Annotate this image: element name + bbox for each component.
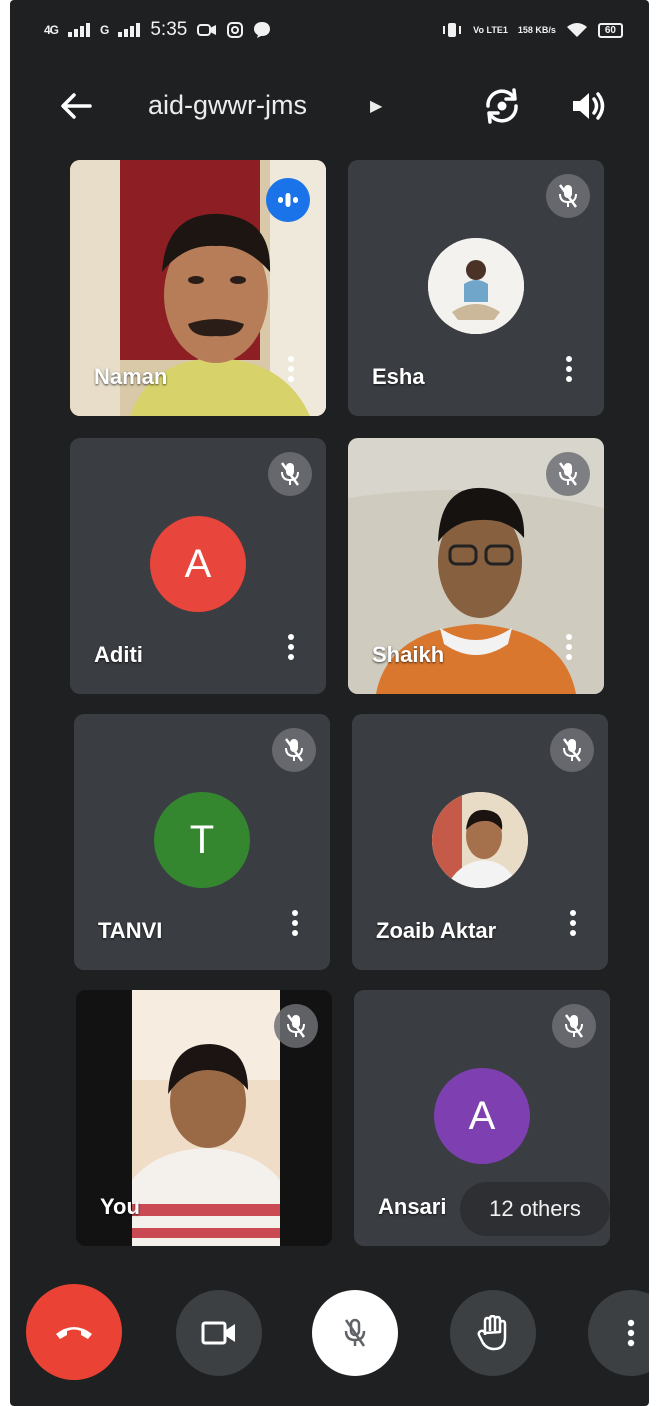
speaking-indicator xyxy=(266,178,310,222)
participant-tile-aditi[interactable]: A Aditi xyxy=(70,438,326,694)
letter-avatar: A xyxy=(434,1068,530,1164)
participant-name: Naman xyxy=(94,364,168,389)
mic-off-indicator xyxy=(268,452,312,496)
profile-photo-image xyxy=(432,792,528,888)
status-bar: 4G G 5:35 Vo LTE1 158 KB/s 60 xyxy=(10,0,649,60)
switch-camera-icon[interactable] xyxy=(480,84,524,128)
video-camera-icon xyxy=(201,1321,235,1345)
video-notification-icon xyxy=(197,24,217,36)
mic-off-icon xyxy=(564,1014,584,1038)
participant-name: You xyxy=(100,1194,140,1219)
participant-name: Esha xyxy=(372,364,425,389)
mic-off-icon xyxy=(562,738,582,762)
mic-off-icon xyxy=(284,738,304,762)
more-options-icon[interactable] xyxy=(564,634,574,666)
audio-level-icon xyxy=(278,193,298,207)
battery-indicator: 60 xyxy=(597,22,623,38)
participant-tile-naman[interactable]: Naman xyxy=(70,160,326,416)
mic-off-icon xyxy=(286,1014,306,1038)
meet-screen: 4G G 5:35 Vo LTE1 158 KB/s 60 aid-gwwr-j… xyxy=(10,0,649,1406)
participant-name: Ansari xyxy=(378,1194,447,1219)
mic-off-indicator xyxy=(274,1004,318,1048)
mic-off-icon xyxy=(280,462,300,486)
profile-photo xyxy=(428,238,524,334)
signal-bars-icon xyxy=(68,23,91,37)
participant-name: Aditi xyxy=(94,642,143,667)
profile-photo-image xyxy=(428,238,524,334)
letter-avatar: T xyxy=(154,792,250,888)
participant-tile-esha[interactable]: Esha xyxy=(348,160,604,416)
others-count-chip[interactable]: 12 others xyxy=(460,1182,610,1236)
participant-tile-tanvi[interactable]: T TANVI xyxy=(74,714,330,970)
mic-toggle-button[interactable] xyxy=(312,1290,398,1376)
mic-off-indicator xyxy=(546,174,590,218)
participant-tile-you[interactable]: You xyxy=(76,990,332,1246)
participant-tile-shaikh[interactable]: Shaikh xyxy=(348,438,604,694)
mic-off-icon xyxy=(558,462,578,486)
mic-off-icon xyxy=(344,1318,366,1347)
more-options-icon[interactable] xyxy=(290,910,300,942)
hang-up-icon xyxy=(56,1327,92,1339)
network-speed: 158 KB/s xyxy=(517,24,556,35)
speaker-icon[interactable] xyxy=(568,86,608,126)
more-options-button[interactable] xyxy=(588,1290,649,1376)
participant-name: Zoaib Aktar xyxy=(376,918,497,943)
end-call-button[interactable] xyxy=(26,1284,122,1380)
instagram-notification-icon xyxy=(227,22,244,38)
meeting-code[interactable]: aid-gwwr-jms xyxy=(148,90,307,121)
more-options-icon[interactable] xyxy=(286,356,296,388)
mic-off-indicator xyxy=(272,728,316,772)
more-options-icon[interactable] xyxy=(286,634,296,666)
sim1-signal-indicator: 4G xyxy=(44,23,59,37)
raise-hand-icon xyxy=(477,1315,507,1351)
mic-off-indicator xyxy=(546,452,590,496)
vibrate-icon xyxy=(443,23,462,37)
mic-off-indicator xyxy=(550,728,594,772)
signal-bars-icon xyxy=(118,23,141,37)
chat-notification-icon xyxy=(254,22,271,38)
meeting-details-caret-icon[interactable]: ▶ xyxy=(370,96,382,116)
participant-tile-zoaib-aktar[interactable]: Zoaib Aktar xyxy=(352,714,608,970)
mic-off-indicator xyxy=(552,1004,596,1048)
more-options-icon[interactable] xyxy=(564,356,574,388)
more-options-icon[interactable] xyxy=(568,910,578,942)
raise-hand-button[interactable] xyxy=(450,1290,536,1376)
wifi-icon xyxy=(566,23,587,37)
back-arrow-icon[interactable] xyxy=(56,86,96,126)
camera-toggle-button[interactable] xyxy=(176,1290,262,1376)
volte-indicator: Vo LTE1 xyxy=(473,24,508,35)
clock: 5:35 xyxy=(150,19,188,40)
meeting-header: aid-gwwr-jms ▶ xyxy=(10,70,649,146)
profile-photo xyxy=(432,792,528,888)
participant-name: TANVI xyxy=(98,918,163,943)
participant-name: Shaikh xyxy=(372,642,445,667)
more-vertical-icon xyxy=(627,1319,635,1347)
letter-avatar: A xyxy=(150,516,246,612)
mic-off-icon xyxy=(558,184,578,208)
sim2-signal-indicator: G xyxy=(100,23,109,37)
